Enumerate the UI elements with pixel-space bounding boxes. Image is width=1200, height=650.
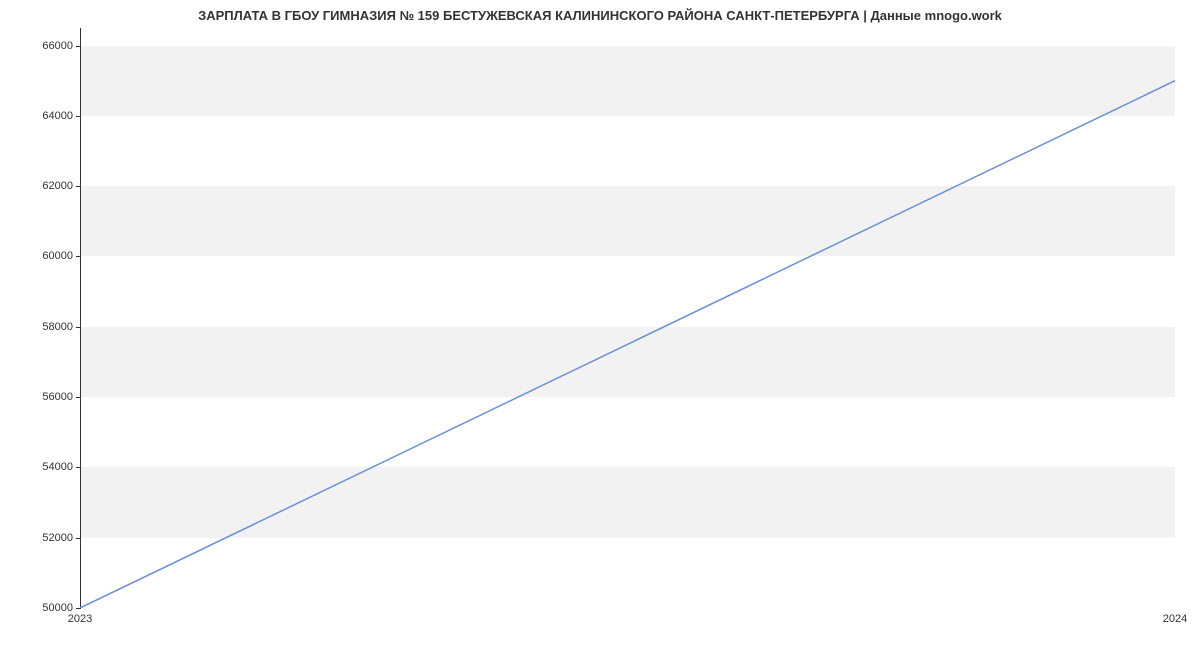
y-tick-label: 66000 bbox=[23, 40, 73, 52]
y-tick-label: 60000 bbox=[23, 250, 73, 262]
chart-title: ЗАРПЛАТА В ГБОУ ГИМНАЗИЯ № 159 БЕСТУЖЕВС… bbox=[0, 0, 1200, 23]
y-tick-mark bbox=[76, 608, 81, 609]
y-tick-label: 64000 bbox=[23, 110, 73, 122]
chart-container: 5000052000540005600058000600006200064000… bbox=[80, 28, 1175, 608]
y-tick-label: 50000 bbox=[23, 602, 73, 614]
x-tick-label: 2024 bbox=[1163, 613, 1187, 625]
chart-line bbox=[80, 28, 1175, 608]
y-tick-label: 52000 bbox=[23, 532, 73, 544]
y-tick-label: 58000 bbox=[23, 321, 73, 333]
y-tick-label: 56000 bbox=[23, 391, 73, 403]
y-tick-label: 54000 bbox=[23, 461, 73, 473]
y-tick-label: 62000 bbox=[23, 180, 73, 192]
x-tick-label: 2023 bbox=[68, 613, 92, 625]
